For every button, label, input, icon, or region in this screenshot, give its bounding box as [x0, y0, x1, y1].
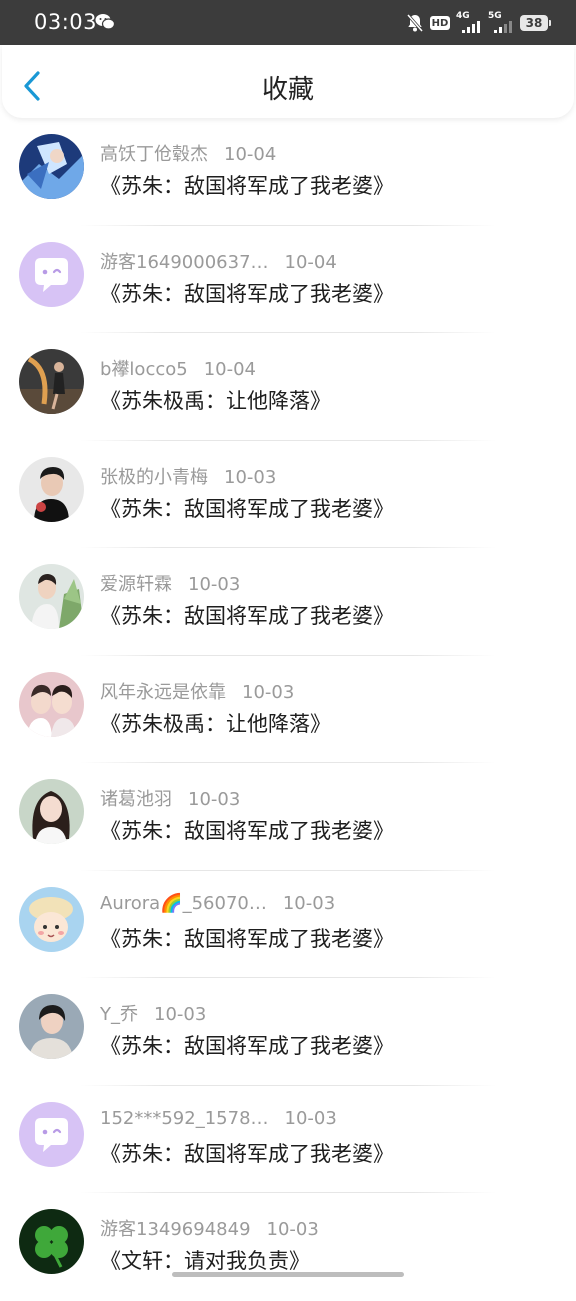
hd-badge: HD [430, 16, 450, 30]
book-title: 《苏朱：敌国将军成了我老婆》 [100, 496, 394, 521]
network-5g: 5G [488, 11, 514, 33]
status-icons: HD 4G 5G 38 [406, 11, 551, 34]
date: 10-03 [154, 1004, 207, 1025]
username: 风年永远是依靠 [100, 681, 226, 703]
page-title: 收藏 [261, 75, 314, 105]
avatar [19, 134, 84, 199]
avatar [19, 456, 84, 522]
book-title: 《苏朱：敌国将军成了我老婆》 [100, 926, 394, 951]
avatar [19, 779, 84, 844]
avatar [19, 241, 84, 307]
avatar [19, 994, 84, 1059]
avatar [19, 1101, 84, 1167]
date: 10-03 [284, 1107, 337, 1129]
list-item[interactable]: 152***592_1578… 10-03 《苏朱：敌国将军成了我老婆》 [0, 1086, 576, 1193]
header: 收藏 [2, 45, 574, 118]
username: 游客1349694849 [100, 1219, 251, 1240]
username: b襻locco5 [100, 359, 188, 380]
signal-icon [494, 21, 512, 33]
list-item[interactable]: 高饫丁伧毂杰 10-04 《苏朱：敌国将军成了我老婆》 [0, 118, 576, 226]
list-item[interactable]: 张极的小青梅 10-03 《苏朱：敌国将军成了我老婆》 [0, 441, 576, 548]
status-bar: 03:03 HD 4G 5G 38 [0, 0, 576, 45]
list-item[interactable]: Aurora🌈_56070… 10-03 《苏朱：敌国将军成了我老婆》 [0, 871, 576, 978]
mute-bell-icon [406, 14, 424, 32]
network-4g: 4G [456, 11, 482, 33]
username: Aurora🌈_56070… [100, 892, 267, 914]
username: 诸葛池羽 [100, 789, 172, 810]
date: 10-03 [224, 466, 277, 488]
username: 152***592_1578… [100, 1107, 269, 1129]
date: 10-03 [282, 892, 336, 914]
list-item[interactable]: 风年永远是依靠 10-03 《苏朱极禹：让他降落》 [0, 656, 576, 763]
book-title: 《苏朱：敌国将军成了我老婆》 [100, 174, 394, 198]
avatar [19, 1209, 84, 1274]
date: 10-04 [203, 359, 257, 380]
avatar [19, 564, 84, 629]
username: 爱源轩霖 [100, 574, 172, 595]
avatar [19, 349, 84, 414]
username: 张极的小青梅 [100, 466, 208, 488]
list-item[interactable]: Y_乔 10-03 《苏朱：敌国将军成了我老婆》 [0, 978, 576, 1086]
list-item[interactable]: 游客1649000637… 10-04 《苏朱：敌国将军成了我老婆》 [0, 226, 576, 333]
status-time: 03:03 [34, 10, 98, 34]
home-indicator[interactable] [172, 1272, 404, 1277]
book-title: 《苏朱：敌国将军成了我老婆》 [100, 604, 394, 628]
book-title: 《苏朱极禹：让他降落》 [100, 389, 331, 413]
book-title: 《苏朱：敌国将军成了我老婆》 [100, 1141, 394, 1166]
book-title: 《苏朱：敌国将军成了我老婆》 [100, 281, 394, 306]
list-item[interactable]: 爱源轩霖 10-03 《苏朱：敌国将军成了我老婆》 [0, 548, 576, 656]
date: 10-03 [188, 574, 241, 595]
battery-indicator: 38 [520, 15, 551, 31]
date: 10-03 [266, 1219, 319, 1240]
date: 10-03 [242, 681, 295, 703]
book-title: 《苏朱：敌国将军成了我老婆》 [100, 1034, 394, 1058]
username: 高饫丁伧毂杰 [100, 144, 208, 165]
list-item[interactable]: b襻locco5 10-04 《苏朱极禹：让他降落》 [0, 333, 576, 441]
date: 10-03 [188, 789, 241, 810]
avatar [19, 886, 84, 952]
username: Y_乔 [100, 1004, 138, 1025]
date: 10-04 [284, 251, 337, 273]
username: 游客1649000637… [100, 251, 269, 273]
list-item[interactable]: 诸葛池羽 10-03 《苏朱：敌国将军成了我老婆》 [0, 763, 576, 871]
wechat-icon [95, 14, 115, 30]
date: 10-04 [224, 144, 277, 165]
list-item[interactable]: 游客1349694849 10-03 《文轩：请对我负责》 [0, 1193, 576, 1301]
book-title: 《苏朱极禹：让他降落》 [100, 711, 331, 736]
favorites-list: 高饫丁伧毂杰 10-04 《苏朱：敌国将军成了我老婆》 游客1649000637…… [0, 118, 576, 1301]
signal-icon [462, 21, 480, 33]
book-title: 《苏朱：敌国将军成了我老婆》 [100, 819, 394, 843]
book-title: 《文轩：请对我负责》 [100, 1249, 310, 1273]
avatar [19, 671, 84, 737]
